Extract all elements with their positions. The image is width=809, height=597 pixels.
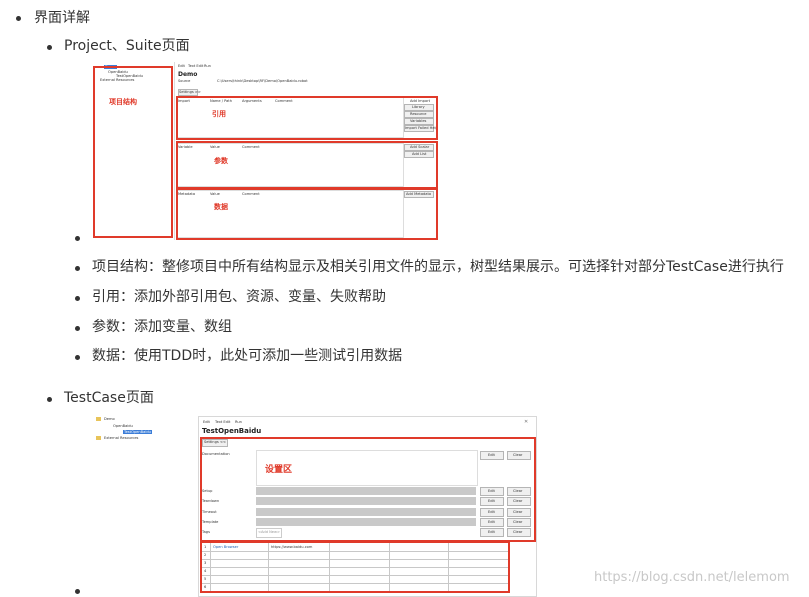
tab-run[interactable]: Run [204, 64, 211, 68]
testcase-heading: TestCase页面 [64, 390, 154, 406]
folder-icon [96, 436, 101, 440]
tab-run[interactable]: Run [235, 420, 242, 424]
bullet [47, 397, 52, 402]
bullet-structure: 项目结构：整修项目中所有结构显示及相关引用文件的显示，树型结果展示。可选择针对部… [92, 259, 784, 275]
structure-label: 项目结构 [109, 98, 137, 106]
title-text: Demo [178, 71, 198, 78]
params-label: 参数 [214, 157, 228, 165]
data-label: 数据 [214, 203, 228, 211]
bullet [75, 355, 80, 360]
tab-text-edit[interactable]: Text Edit [215, 420, 230, 424]
bullet-reference: 引用：添加外部引用包、资源、变量、失败帮助 [92, 289, 386, 305]
bullet-data: 数据：使用TDD时，此处可添加一些测试引用数据 [92, 348, 403, 364]
close-icon[interactable]: ✕ [524, 419, 528, 425]
reference-label: 引用 [212, 110, 226, 118]
tab-edit[interactable]: Edit [203, 420, 210, 424]
testcase-title: TestOpenBaidu [202, 427, 262, 435]
bullet [75, 326, 80, 331]
keyword-grid-highlight [200, 541, 510, 593]
bullet [47, 45, 52, 50]
source-path: C:\Users\think\Desktop\RF\Demo\OpenBaidu… [217, 79, 308, 83]
folder-icon [96, 417, 101, 421]
section-title: 界面详解 [34, 10, 90, 26]
project-suite-heading: Project、Suite页面 [64, 38, 190, 54]
bullet [75, 266, 80, 271]
project-suite-screenshot: Demo OpenBaidu TestOpenBaidu External Re… [92, 62, 438, 240]
source-label: Source [178, 79, 191, 83]
tree-item-demo[interactable]: Demo [104, 417, 115, 421]
watermark: https://blog.csdn.net/lelemom [594, 570, 790, 585]
bullet [75, 236, 80, 241]
tab-text-edit[interactable]: Text Edit [188, 64, 203, 68]
settings-button-label: Settings >> [179, 90, 201, 94]
tree-item-openbaidu[interactable]: OpenBaidu [113, 424, 133, 428]
tab-edit[interactable]: Edit [178, 64, 185, 68]
data-highlight [176, 188, 438, 240]
testcase-screenshot: Edit Text Edit Run ✕ TestOpenBaidu Setti… [198, 416, 537, 597]
tree-item-testopenbaidu[interactable]: TestOpenBaidu [123, 430, 152, 434]
bullet [16, 16, 21, 21]
settings-highlight [200, 437, 536, 542]
structure-highlight [93, 66, 173, 238]
bullet-params: 参数：添加变量、数组 [92, 319, 232, 335]
tree-item-external[interactable]: External Resources [104, 436, 138, 440]
testcase-tree: Demo OpenBaidu TestOpenBaidu External Re… [93, 416, 163, 444]
bullet [75, 589, 80, 594]
bullet [75, 296, 80, 301]
